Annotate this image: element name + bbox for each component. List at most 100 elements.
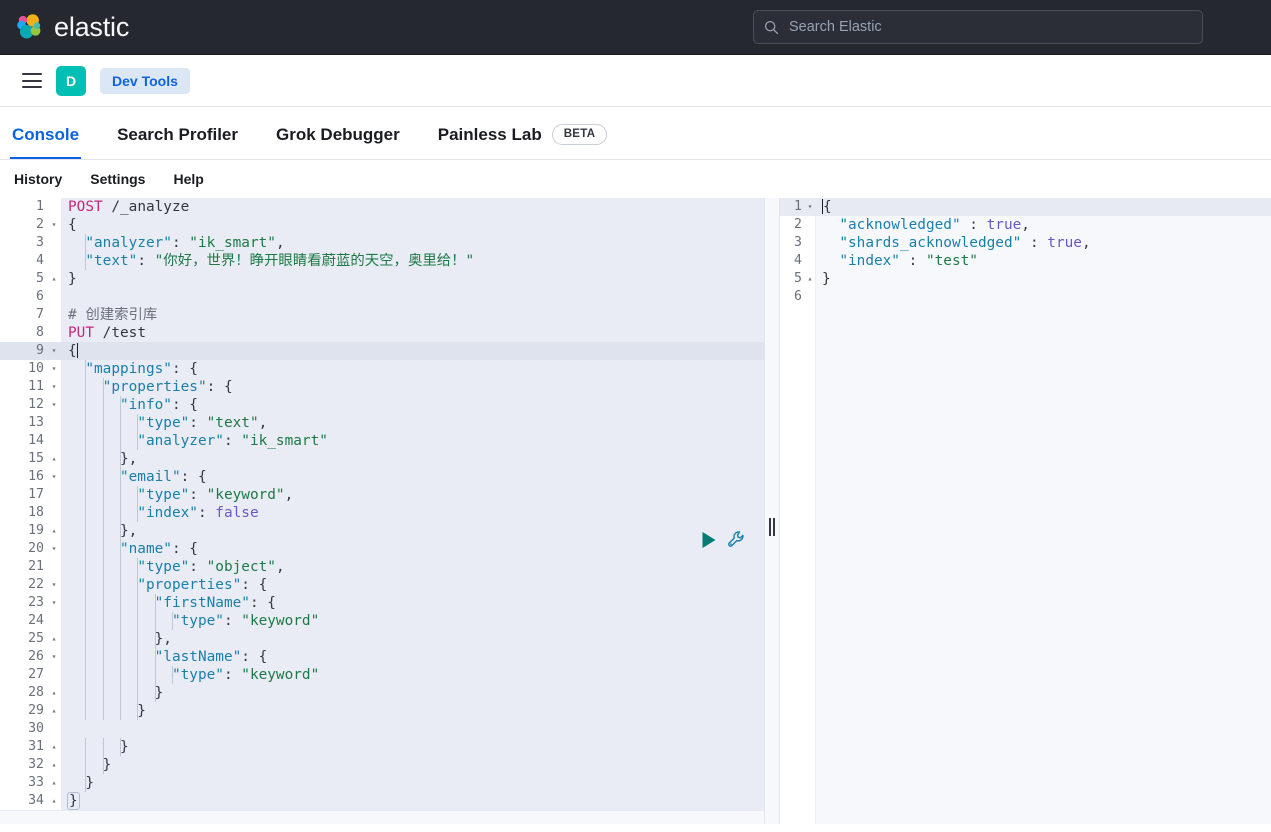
code-line[interactable]: 10 ▾ "mappings": { (0, 360, 764, 378)
code-line[interactable]: 3 "analyzer": "ik_smart", (0, 234, 764, 252)
tab-painless-lab[interactable]: Painless Lab BETA (436, 124, 610, 159)
code-line[interactable]: 33 ▴ } (0, 774, 764, 792)
code-line[interactable]: 23 ▾ "firstName": { (0, 594, 764, 612)
code-line[interactable]: 18 "index": false (0, 504, 764, 522)
breadcrumb[interactable]: Dev Tools (100, 67, 190, 94)
fold-toggle-icon[interactable]: ▴ (46, 450, 62, 468)
code-line[interactable]: 1 ▾ { (780, 198, 1271, 216)
code-text: } (68, 775, 94, 791)
fold-toggle-icon[interactable]: ▴ (46, 756, 62, 774)
code-line[interactable]: 17 "type": "keyword", (0, 486, 764, 504)
fold-toggle-icon[interactable]: ▾ (46, 360, 62, 378)
code-line[interactable]: 20 ▾ "name": { (0, 540, 764, 558)
tab-label: Grok Debugger (276, 125, 400, 144)
code-line[interactable]: 2 ▾ { (0, 216, 764, 234)
fold-toggle-icon[interactable]: ▴ (46, 792, 62, 810)
fold-toggle-icon[interactable]: ▴ (46, 270, 62, 288)
fold-toggle-icon[interactable]: ▾ (804, 198, 816, 216)
fold-toggle-icon[interactable]: ▾ (46, 342, 62, 360)
line-number: 26 (28, 649, 44, 664)
fold-toggle-icon[interactable]: ▴ (46, 630, 62, 648)
code-line[interactable]: 14 "analyzer": "ik_smart" (0, 432, 764, 450)
line-number: 14 (28, 433, 44, 448)
fold-toggle-icon[interactable]: ▴ (46, 702, 62, 720)
response-lines[interactable]: 1 ▾{2 "acknowledged" : true, 3 "shards_ack… (780, 198, 1271, 824)
fold-toggle-icon[interactable]: ▴ (46, 684, 62, 702)
space-avatar[interactable]: D (56, 65, 86, 96)
line-number: 3 (36, 235, 44, 250)
fold-toggle-icon[interactable]: ▾ (46, 378, 62, 396)
code-text: "mappings": { (85, 361, 198, 377)
code-text: }, (68, 631, 172, 647)
code-line[interactable]: 26 ▾ "lastName": { (0, 648, 764, 666)
submenu-item-help[interactable]: Help (173, 171, 203, 187)
wrench-icon[interactable] (727, 530, 746, 549)
code-line[interactable]: 30 (0, 720, 764, 738)
line-number: 4 (794, 253, 802, 268)
fold-toggle-icon[interactable]: ▾ (46, 594, 62, 612)
hamburger-menu-icon[interactable] (22, 73, 42, 88)
fold-toggle-icon[interactable]: ▴ (804, 270, 816, 288)
editor-lines[interactable]: 1 POST /_analyze 2 ▾{3 "analyzer": "ik_smar… (0, 198, 764, 824)
fold-toggle-icon[interactable]: ▾ (46, 648, 62, 666)
code-line[interactable]: 16 ▾ "email": { (0, 468, 764, 486)
code-line[interactable]: 6 (0, 288, 764, 306)
code-line[interactable]: 5 ▴} (780, 270, 1271, 288)
request-editor-pane[interactable]: 1 POST /_analyze 2 ▾{3 "analyzer": "ik_smar… (0, 198, 764, 824)
fold-toggle-icon[interactable]: ▾ (46, 576, 62, 594)
code-line[interactable]: 6 (780, 288, 1271, 306)
fold-toggle-icon[interactable]: ▴ (46, 774, 62, 792)
play-icon[interactable] (700, 531, 717, 549)
code-text: PUT /test (68, 325, 146, 341)
code-line[interactable]: 28 ▴ } (0, 684, 764, 702)
line-number: 31 (28, 739, 44, 754)
code-line[interactable]: 29 ▴ } (0, 702, 764, 720)
submenu-item-history[interactable]: History (14, 171, 62, 187)
code-line[interactable]: 5 ▴} (0, 270, 764, 288)
code-line[interactable]: 19 ▴ }, (0, 522, 764, 540)
line-number: 17 (28, 487, 44, 502)
code-line[interactable]: 1 POST /_analyze (0, 198, 764, 216)
tab-grok-debugger[interactable]: Grok Debugger (274, 125, 402, 159)
code-line[interactable]: 4 "index" : "test" (780, 252, 1271, 270)
code-line[interactable]: 34 ▴} (0, 792, 764, 810)
code-line[interactable]: 2 "acknowledged" : true, (780, 216, 1271, 234)
code-text: "email": { (119, 469, 207, 485)
code-line[interactable]: 27 "type": "keyword" (0, 666, 764, 684)
fold-toggle-icon[interactable]: ▾ (46, 216, 62, 234)
code-line[interactable]: 32 ▴ } (0, 756, 764, 774)
global-search-field[interactable]: Search Elastic (753, 10, 1203, 44)
code-line[interactable]: 31 ▴ } (0, 738, 764, 756)
code-text: # 创建索引库 (68, 307, 158, 323)
code-line[interactable]: 25 ▴ }, (0, 630, 764, 648)
brand[interactable]: elastic (14, 12, 129, 42)
code-text: "acknowledged" : true, (839, 217, 1030, 233)
text-cursor (76, 343, 78, 358)
pane-resize-handle[interactable] (764, 198, 780, 824)
code-line[interactable]: 9 ▾ { (0, 342, 764, 360)
code-line[interactable]: 3 "shards_acknowledged" : true, (780, 234, 1271, 252)
code-line[interactable]: 4 "text": "你好，世界！睁开眼睛看蔚蓝的天空，奥里给！" (0, 252, 764, 270)
code-line[interactable]: 13 "type": "text", (0, 414, 764, 432)
tab-search-profiler[interactable]: Search Profiler (115, 125, 240, 159)
code-line[interactable]: 7 # 创建索引库 (0, 306, 764, 324)
code-line[interactable]: 22 ▾ "properties": { (0, 576, 764, 594)
code-line[interactable]: 11 ▾ "properties": { (0, 378, 764, 396)
code-line[interactable]: 15 ▴ }, (0, 450, 764, 468)
fold-toggle-icon[interactable]: ▾ (46, 396, 62, 414)
code-line[interactable]: 8 PUT /test (0, 324, 764, 342)
search-icon (764, 20, 779, 35)
line-number: 15 (28, 451, 44, 466)
code-line[interactable]: 24 "type": "keyword" (0, 612, 764, 630)
fold-toggle-icon[interactable]: ▾ (46, 468, 62, 486)
response-viewer-pane[interactable]: 1 ▾{2 "acknowledged" : true, 3 "shards_ack… (780, 198, 1271, 824)
fold-toggle-icon[interactable]: ▴ (46, 522, 62, 540)
code-line[interactable]: 12 ▾ "info": { (0, 396, 764, 414)
fold-toggle-icon[interactable]: ▴ (46, 738, 62, 756)
code-text: "shards_acknowledged" : true, (839, 235, 1091, 251)
request-actions (700, 530, 746, 549)
submenu-item-settings[interactable]: Settings (90, 171, 145, 187)
tab-console[interactable]: Console (10, 125, 82, 159)
fold-toggle-icon[interactable]: ▾ (46, 540, 62, 558)
code-line[interactable]: 21 "type": "object", (0, 558, 764, 576)
